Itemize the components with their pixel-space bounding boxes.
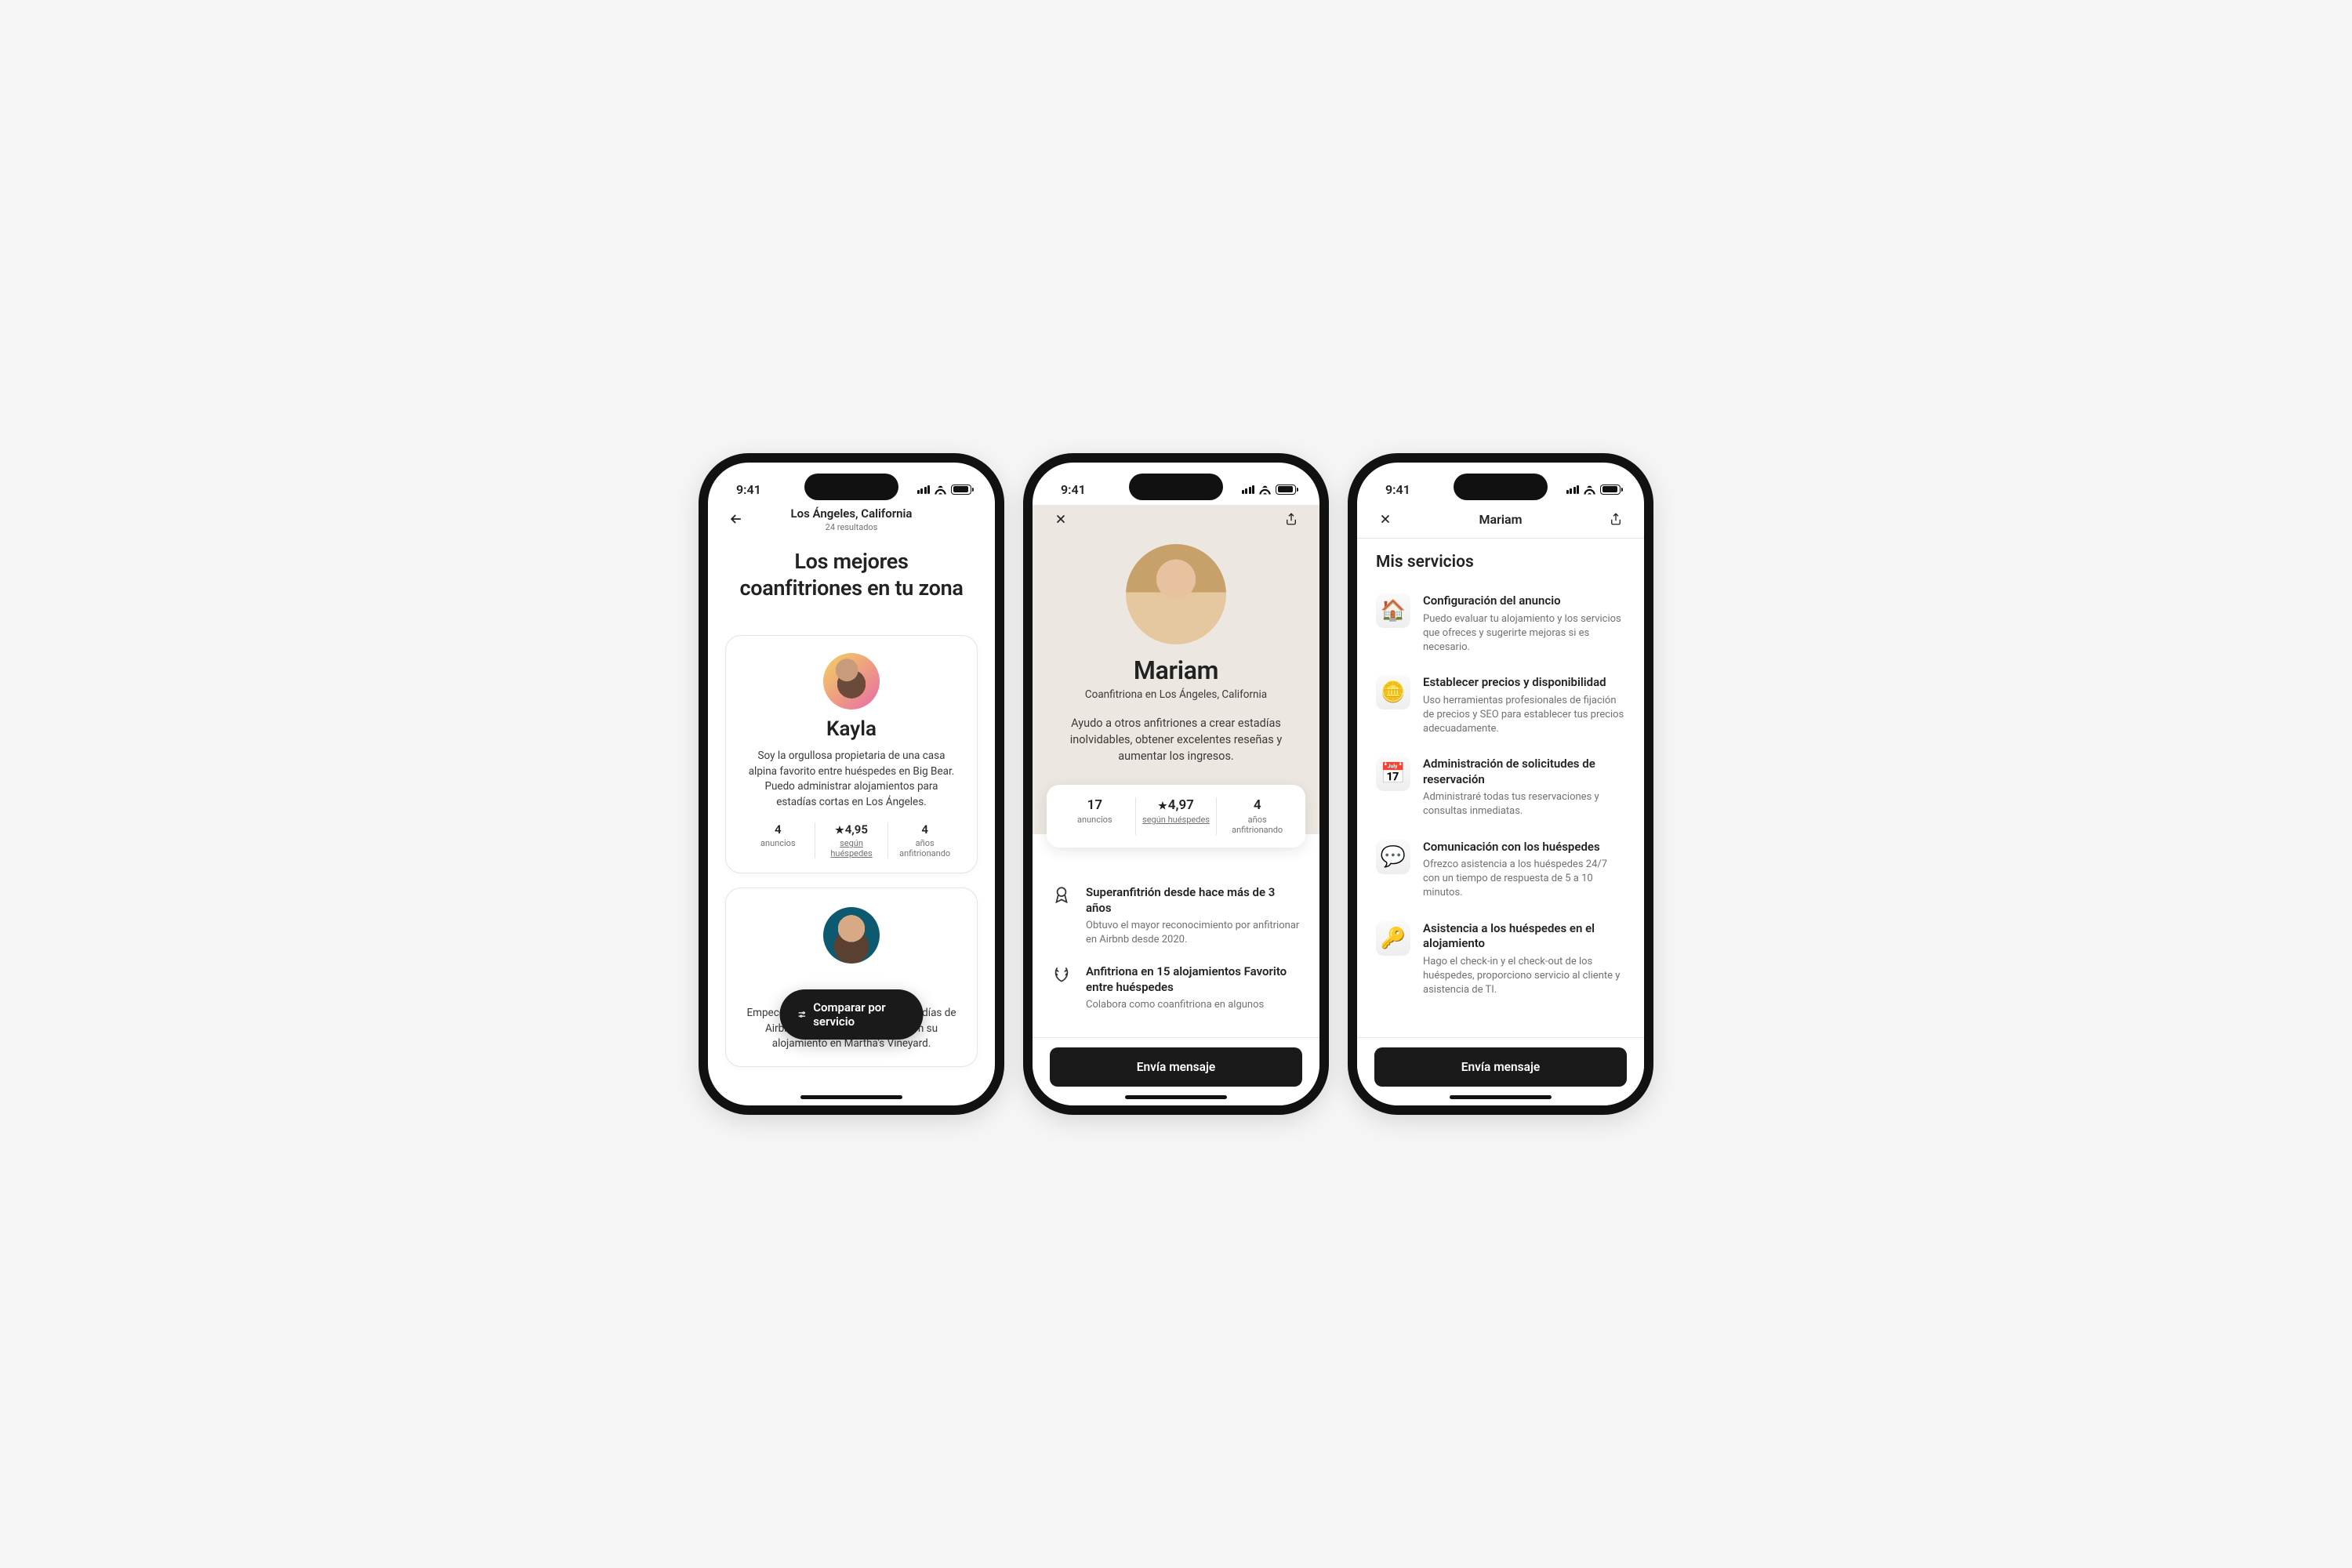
share-icon [1284,512,1298,526]
stat-rating: ★4,95 según huéspedes [815,822,888,858]
calendar-icon: 📅 [1376,757,1410,791]
star-icon: ★ [835,825,844,837]
battery-icon [1276,485,1296,495]
service-title: Administración de solicitudes de reserva… [1423,757,1625,787]
badge-guest-favorite: Anfitriona en 15 alojamientos Favorito e… [1051,958,1301,1023]
notch [804,474,898,500]
notch [1454,474,1548,500]
cohost-stats: 4 anuncios ★4,95 según huéspedes 4 años … [742,822,961,858]
cohost-name: Kayla [742,717,961,741]
signal-icon [917,485,931,494]
share-button[interactable] [1280,508,1302,530]
arrow-left-icon [728,511,744,527]
close-icon [1378,512,1392,526]
battery-icon [951,485,971,495]
message-button[interactable]: Envía mensaje [1050,1047,1302,1087]
compare-button[interactable]: Comparar por servicio [780,989,924,1040]
page-headline: Los mejores coanfitriones en tu zona [708,538,995,618]
wifi-icon [1258,485,1272,495]
profile-stats-card: 17 anuncios ★4,97 según huéspedes 4 años… [1047,785,1305,848]
service-desc: Ofrezco asistencia a los huéspedes 24/7 … [1423,858,1625,901]
cohost-card[interactable]: Kayla Soy la orgullosa propietaria de un… [725,635,978,873]
stat-rating[interactable]: ★4,97 según huéspedes [1135,797,1217,835]
stat-listings: 4 anuncios [742,822,815,858]
laurel-icon [1051,964,1073,1012]
wifi-icon [934,485,947,495]
wifi-icon [1583,485,1596,495]
service-desc: Hago el check-in y el check-out de los h… [1423,955,1625,998]
stat-years: 4 años anfitrionando [1216,797,1298,835]
stat-years: 4 años anfitrionando [887,822,961,858]
signal-icon [1566,485,1580,494]
coin-icon: 🪙 [1376,675,1410,710]
avatar [823,907,880,964]
status-time: 9:41 [1385,482,1410,497]
profile-subtitle: Coanfitriona en Los Ángeles, California [1054,688,1298,701]
home-indicator [800,1095,902,1099]
nav-bar: Los Ángeles, California 24 resultados [708,505,995,538]
status-icons [1242,485,1297,495]
stat-listings: 17 anuncios [1054,797,1135,835]
phone-services: 9:41 Mariam Mis servicios 🏠 Configuració… [1348,453,1653,1115]
section-title: Mis servicios [1376,553,1625,572]
profile-hero: Mariam Coanfitriona en Los Ángeles, Cali… [1033,538,1319,764]
share-button[interactable] [1605,508,1627,530]
compare-label: Comparar por servicio [813,1000,906,1029]
nav-bar: Mariam [1357,505,1644,539]
nav-title: Mariam [1357,512,1644,527]
service-desc: Puedo evaluar tu alojamiento y los servi… [1423,612,1625,655]
service-item: 💬 Comunicación con los huéspedes Ofrezco… [1376,832,1625,913]
home-indicator [1125,1095,1227,1099]
home-indicator [1450,1095,1552,1099]
close-icon [1054,512,1068,526]
badge-title: Anfitriona en 15 alojamientos Favorito e… [1086,964,1301,995]
battery-icon [1600,485,1621,495]
service-title: Comunicación con los huéspedes [1423,840,1625,855]
notch [1129,474,1223,500]
signal-icon [1242,485,1255,494]
close-button[interactable] [1050,508,1072,530]
profile-badges: Superanfitrión desde hace más de 3 años … [1033,860,1319,1024]
status-time: 9:41 [1061,482,1086,497]
status-icons [1566,485,1621,495]
sliders-icon [797,1008,808,1021]
service-desc: Administraré todas tus reservaciones y c… [1423,790,1625,818]
house-icon: 🏠 [1376,593,1410,628]
service-item: 📅 Administración de solicitudes de reser… [1376,749,1625,831]
profile-name: Mariam [1054,655,1298,685]
service-title: Configuración del anuncio [1423,593,1625,609]
avatar [823,653,880,710]
badge-desc: Colabora como coanfitriona en algunos [1086,998,1301,1012]
badge-desc: Obtuvo el mayor reconocimiento por anfit… [1086,919,1301,947]
share-icon [1609,512,1623,526]
phone-cohost-profile: 9:41 Mariam Coanfitriona en Los Ángeles,… [1023,453,1329,1115]
cohost-desc: Soy la orgullosa propietaria de una casa… [742,749,961,822]
key-icon: 🔑 [1376,921,1410,956]
close-button[interactable] [1374,508,1396,530]
badge-superhost: Superanfitrión desde hace más de 3 años … [1051,879,1301,958]
badge-title: Superanfitrión desde hace más de 3 años [1086,885,1301,916]
service-item: 🔑 Asistencia a los huéspedes en el aloja… [1376,913,1625,1011]
services-section: Mis servicios 🏠 Configuración del anunci… [1357,539,1644,1010]
phone-row: 9:41 Los Ángeles, California 24 resultad… [699,453,1653,1115]
service-title: Asistencia a los huéspedes en el alojami… [1423,921,1625,952]
service-item: 🏠 Configuración del anuncio Puedo evalua… [1376,586,1625,667]
star-icon: ★ [1158,800,1167,812]
back-button[interactable] [725,508,747,530]
profile-bio: Ayudo a otros anfitriones a crear estadí… [1054,715,1298,764]
nav-bar [1033,505,1319,538]
avatar [1126,544,1226,644]
service-item: 🪙 Establecer precios y disponibilidad Us… [1376,667,1625,749]
nav-results: 24 resultados [708,522,995,532]
nav-location: Los Ángeles, California [708,506,995,521]
message-button[interactable]: Envía mensaje [1374,1047,1627,1087]
status-time: 9:41 [736,482,761,497]
service-desc: Uso herramientas profesionales de fijaci… [1423,694,1625,737]
cohost-card[interactable]: Empecé a anfitrionar en los primeros día… [725,887,978,1067]
superhost-icon [1051,885,1073,947]
phone-cohost-list: 9:41 Los Ángeles, California 24 resultad… [699,453,1004,1115]
chat-icon: 💬 [1376,840,1410,874]
service-title: Establecer precios y disponibilidad [1423,675,1625,691]
status-icons [917,485,972,495]
